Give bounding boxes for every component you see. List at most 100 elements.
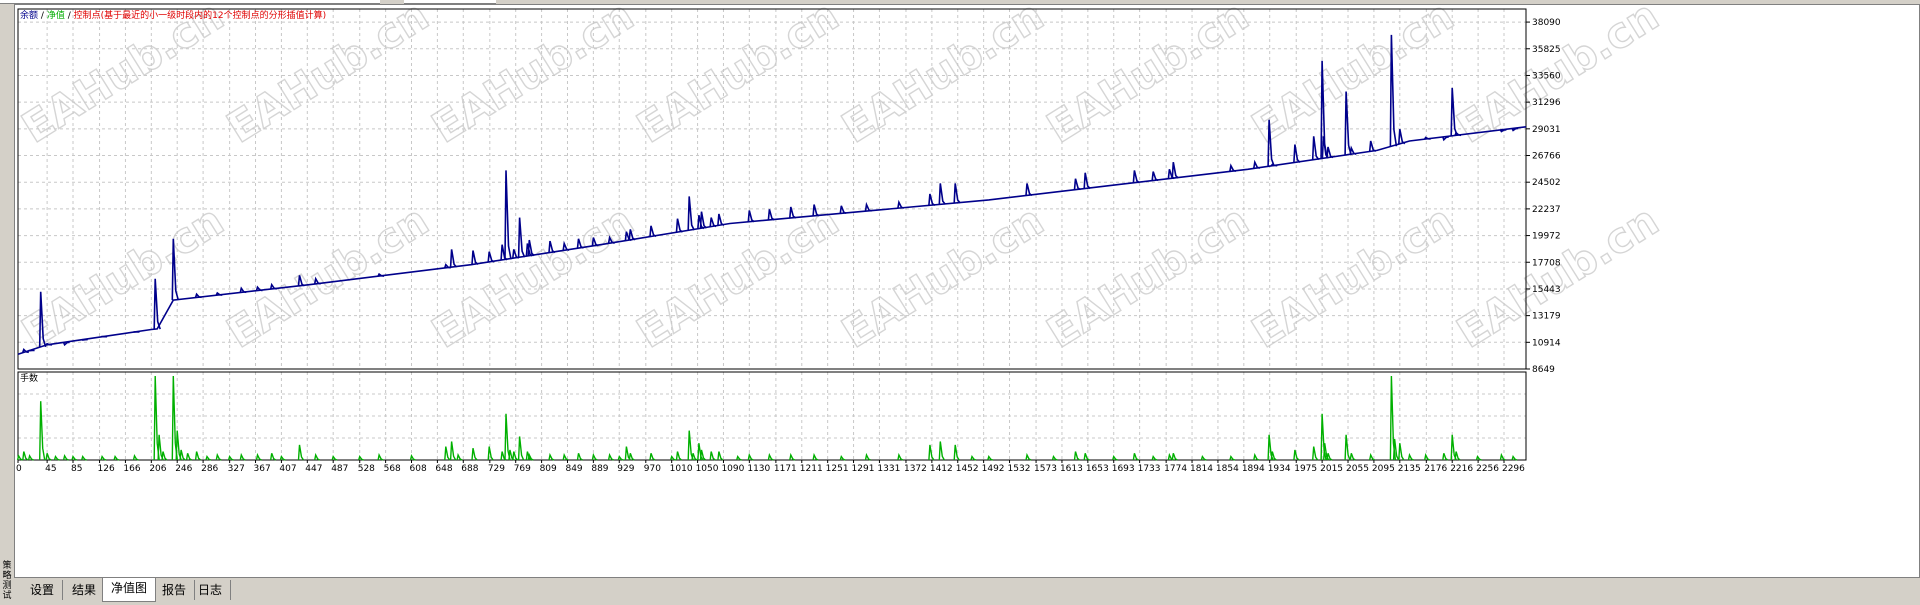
x-tick-label: 688: [461, 464, 478, 474]
x-tick-label: 0: [16, 464, 22, 474]
y-tick-label: 8649: [1532, 365, 1555, 375]
equity-spike: [517, 217, 526, 258]
equity-spike: [81, 338, 88, 341]
lots-bar: [747, 452, 754, 461]
lots-bar: [16, 453, 23, 461]
lots-bar: [45, 453, 52, 461]
lots-bar: [1083, 453, 1090, 461]
watermark-layer: EAHub.cnEAHub.cnEAHub.cnEAHub.cnEAHub.cn…: [14, 4, 1668, 358]
equity-spike: [709, 217, 717, 228]
lots-bar: [1511, 455, 1518, 461]
lots-bar: [487, 446, 494, 461]
y-tick-label: 26766: [1532, 152, 1561, 162]
equity-chart: EAHub.cnEAHub.cnEAHub.cnEAHub.cnEAHub.cn…: [14, 4, 1668, 474]
tab-journal[interactable]: 日志: [190, 580, 232, 600]
lots-bar: [255, 452, 262, 461]
y-tick-label: 33560: [1532, 71, 1561, 81]
equity-spike: [1454, 131, 1462, 137]
x-tick-label: 487: [331, 464, 348, 474]
lots-bar: [1229, 455, 1236, 461]
tab-equity-chart[interactable]: 净值图: [102, 578, 157, 602]
x-tick-label: 2256: [1476, 464, 1499, 474]
watermark: EAHub.cn: [1038, 4, 1257, 152]
x-tick-label: 1412: [930, 464, 953, 474]
lots-bar: [709, 451, 716, 461]
lots-bar: [456, 452, 463, 461]
lots-bar: [591, 452, 598, 461]
lots-bar: [1253, 452, 1260, 461]
y-tick-label: 19972: [1532, 232, 1561, 242]
tester-sidebar[interactable]: 策略测试: [0, 4, 15, 605]
lots-bar: [205, 455, 212, 461]
tab-settings[interactable]: 设置: [22, 580, 64, 600]
x-tick-label: 2176: [1424, 464, 1447, 474]
lots-bar: [576, 453, 583, 461]
x-tick-label: 1934: [1268, 464, 1291, 474]
lots-bar: [444, 446, 451, 461]
x-tick-label: 327: [228, 464, 245, 474]
y-tick-label: 31296: [1532, 98, 1561, 108]
legend-sep: /: [68, 11, 72, 21]
x-tick-label: 929: [617, 464, 634, 474]
lots-bar: [179, 449, 186, 461]
watermark: EAHub.cn: [833, 4, 1052, 152]
equity-spike: [1424, 136, 1431, 140]
x-tick-label: 85: [71, 464, 82, 474]
lots-bar: [27, 453, 34, 461]
x-tick-label: 2015: [1320, 464, 1343, 474]
lots-bar: [185, 453, 192, 461]
lots-bar: [675, 451, 682, 461]
watermark: EAHub.cn: [1448, 196, 1667, 358]
lots-bar: [270, 453, 277, 461]
x-tick-label: 528: [358, 464, 375, 474]
x-tick-label: 849: [565, 464, 582, 474]
equity-spike: [1293, 144, 1301, 163]
x-tick-label: 1854: [1216, 464, 1239, 474]
equity-spike: [1073, 178, 1081, 191]
x-tick-label: 1251: [826, 464, 849, 474]
equity-spike: [62, 341, 70, 347]
x-tick-label: 286: [201, 464, 218, 474]
lots-bar: [297, 444, 305, 461]
equity-spike: [1442, 136, 1449, 142]
x-tick-label: 809: [540, 464, 557, 474]
x-tick-label: 1733: [1138, 464, 1161, 474]
x-tick-label: 447: [305, 464, 322, 474]
tab-results[interactable]: 结果: [64, 580, 106, 600]
x-tick-label: 1452: [956, 464, 979, 474]
equity-spike: [1151, 171, 1159, 182]
lots-bar: [1270, 451, 1277, 461]
lots-bar: [227, 455, 234, 461]
equity-spike: [500, 244, 508, 261]
y-tick-label: 17708: [1532, 258, 1561, 268]
equity-spike: [1511, 127, 1519, 132]
lots-bar: [1442, 453, 1449, 461]
x-tick-label: 1050: [696, 464, 719, 474]
equity-spike: [747, 210, 755, 223]
lots-bar: [1424, 452, 1431, 461]
lots-label: 手数: [20, 372, 38, 384]
y-tick-label: 15443: [1532, 285, 1561, 295]
legend-balance: 余额: [20, 9, 38, 21]
lots-bar: [100, 455, 107, 461]
tab-bar: 设置 结果 净值图 报告 日志: [14, 578, 1920, 605]
tab-report[interactable]: 报告: [154, 580, 196, 600]
x-tick-label: 1613: [1060, 464, 1083, 474]
lots-bar: [1392, 438, 1400, 461]
lots-bar: [1112, 455, 1118, 461]
legend-checkpoints: 控制点(基于最近的小一级时段内的12个控制点的分形插值计算): [74, 9, 326, 21]
lots-bar: [649, 453, 656, 461]
lots-grid: [18, 372, 1526, 460]
lots-bar: [53, 455, 60, 461]
equity-spike: [1171, 162, 1179, 179]
x-tick-label: 367: [254, 464, 271, 474]
x-tick-label: 1653: [1086, 464, 1109, 474]
equity-spike: [449, 249, 458, 268]
x-axis-ticks: 0 45 85 126 166 206 246 286 327 367 407 447 487 528 56…: [16, 460, 1525, 474]
lots-bar: [449, 441, 457, 461]
lots-bar: [987, 455, 994, 461]
lots-bar: [548, 452, 555, 461]
x-tick-label: 648: [435, 464, 452, 474]
equity-spike: [239, 286, 247, 294]
lots-bar: [1312, 446, 1319, 461]
